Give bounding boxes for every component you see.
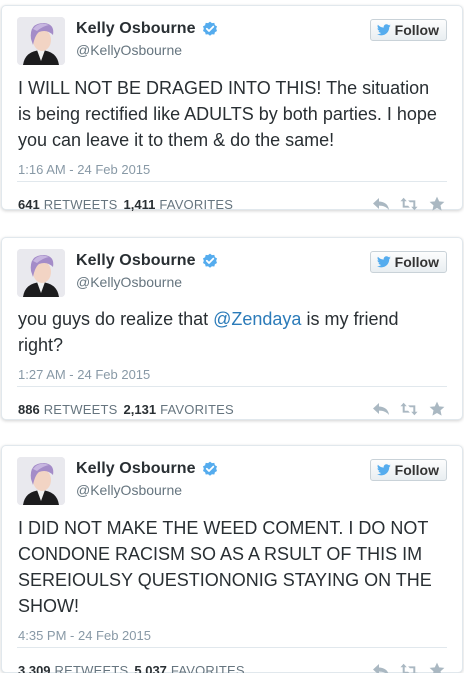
retweets-label[interactable]: RETWEETS <box>44 197 118 212</box>
tweet-actions <box>362 196 446 212</box>
name-row: Kelly Osbourne <box>76 252 218 270</box>
retweet-count[interactable]: 641 <box>18 197 40 212</box>
favorite-count[interactable]: 5,037 <box>134 663 167 673</box>
mention-link[interactable]: @Zendaya <box>213 309 301 329</box>
retweet-count[interactable]: 886 <box>18 402 40 417</box>
avatar-image <box>17 17 65 65</box>
tweet-stats: 641 RETWEETS 1,411 FAVORITES <box>2 182 462 226</box>
tweet-timestamp[interactable]: 1:16 AM - 24 Feb 2015 <box>2 153 462 181</box>
retweet-icon[interactable] <box>400 401 418 417</box>
tweet-text-body: I DID NOT MAKE THE WEED COMENT. I DO NOT… <box>18 518 432 616</box>
tweet-card: Kelly Osbourne @KellyOsbourne Follow I D… <box>1 445 463 673</box>
reply-icon[interactable] <box>372 196 390 212</box>
user-handle[interactable]: @KellyOsbourne <box>76 482 182 498</box>
tweet-timestamp[interactable]: 1:27 AM - 24 Feb 2015 <box>2 358 462 386</box>
tweet-text: you guys do realize that @Zendaya is my … <box>2 292 462 358</box>
avatar-image <box>17 249 65 297</box>
retweet-count[interactable]: 3,309 <box>18 663 51 673</box>
reply-icon[interactable] <box>372 662 390 673</box>
avatar[interactable] <box>17 249 65 297</box>
avatar[interactable] <box>17 457 65 505</box>
retweet-icon[interactable] <box>400 196 418 212</box>
favorite-star-icon[interactable] <box>428 401 446 417</box>
twitter-bird-icon <box>376 256 391 268</box>
retweets-label[interactable]: RETWEETS <box>44 402 118 417</box>
retweets-label[interactable]: RETWEETS <box>55 663 129 673</box>
tweet-stats: 3,309 RETWEETS 5,037 FAVORITES <box>2 648 462 673</box>
favorites-label[interactable]: FAVORITES <box>160 402 234 417</box>
twitter-bird-icon <box>376 464 391 476</box>
favorites-label[interactable]: FAVORITES <box>171 663 245 673</box>
follow-button[interactable]: Follow <box>369 19 447 41</box>
follow-label: Follow <box>394 462 439 478</box>
twitter-bird-icon <box>376 24 391 36</box>
follow-button[interactable]: Follow <box>369 251 447 273</box>
tweet-header: Kelly Osbourne @KellyOsbourne Follow <box>2 6 462 65</box>
tweet-text: I WILL NOT BE DRAGED INTO THIS! The situ… <box>2 60 462 153</box>
favorite-count[interactable]: 2,131 <box>124 402 157 417</box>
display-name[interactable]: Kelly Osbourne <box>76 20 196 38</box>
tweet-header: Kelly Osbourne @KellyOsbourne Follow <box>2 446 462 505</box>
follow-label: Follow <box>394 254 439 270</box>
tweet-actions <box>362 662 446 673</box>
verified-badge-icon <box>202 253 217 268</box>
favorite-star-icon[interactable] <box>428 196 446 212</box>
tweet-text: I DID NOT MAKE THE WEED COMENT. I DO NOT… <box>2 500 462 619</box>
display-name[interactable]: Kelly Osbourne <box>76 252 196 270</box>
display-name[interactable]: Kelly Osbourne <box>76 460 196 478</box>
tweet-card: Kelly Osbourne @KellyOsbourne Follow I W… <box>1 5 463 212</box>
favorite-star-icon[interactable] <box>428 662 446 673</box>
tweet-timestamp[interactable]: 4:35 PM - 24 Feb 2015 <box>2 619 462 647</box>
tweet-header: Kelly Osbourne @KellyOsbourne Follow <box>2 238 462 297</box>
tweet-stats: 886 RETWEETS 2,131 FAVORITES <box>2 387 462 431</box>
avatar-image <box>17 457 65 505</box>
tweet-text-body: I WILL NOT BE DRAGED INTO THIS! The situ… <box>18 78 437 150</box>
follow-label: Follow <box>394 22 439 38</box>
tweet-text-before: you guys do realize that <box>18 309 214 329</box>
reply-icon[interactable] <box>372 401 390 417</box>
follow-button[interactable]: Follow <box>369 459 447 481</box>
verified-badge-icon <box>202 21 217 36</box>
avatar[interactable] <box>17 17 65 65</box>
tweet-card: Kelly Osbourne @KellyOsbourne Follow you… <box>1 237 463 420</box>
name-row: Kelly Osbourne <box>76 20 218 38</box>
favorites-label[interactable]: FAVORITES <box>159 197 233 212</box>
name-row: Kelly Osbourne <box>76 460 218 478</box>
favorite-count[interactable]: 1,411 <box>124 197 156 212</box>
user-handle[interactable]: @KellyOsbourne <box>76 274 182 290</box>
tweet-actions <box>362 401 446 417</box>
verified-badge-icon <box>202 461 217 476</box>
retweet-icon[interactable] <box>400 662 418 673</box>
user-handle[interactable]: @KellyOsbourne <box>76 42 182 58</box>
